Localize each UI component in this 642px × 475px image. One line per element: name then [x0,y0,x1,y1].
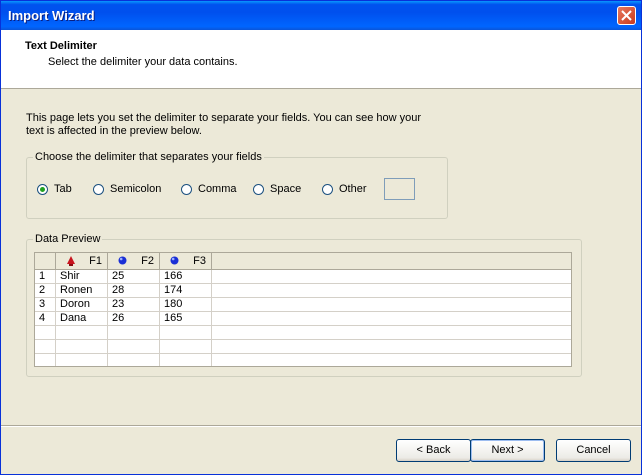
empty-cell [160,354,212,366]
radio-other[interactable]: Other [322,183,367,195]
table-cell: 180 [160,298,212,312]
delimiter-group-label: Choose the delimiter that separates your… [35,151,262,163]
table-cell: Doron [56,298,108,312]
intro-text: This page lets you set the delimiter to … [26,112,422,137]
empty-cell [56,354,108,366]
radio-space-label: Space [270,183,302,195]
other-delimiter-input[interactable] [384,178,415,200]
number-type-icon [170,256,179,265]
row-number: 1 [35,270,56,284]
empty-cell [35,340,56,354]
text-type-icon [67,256,75,266]
empty-cell [160,326,212,340]
table-cell: 166 [160,270,212,284]
title-bar[interactable]: Import Wizard [1,1,641,30]
radio-space-indicator[interactable] [253,183,264,195]
import-wizard-window: Import Wizard Text Delimiter Select the … [0,0,642,475]
row-number: 4 [35,312,56,326]
table-cell: 23 [108,298,160,312]
table-row[interactable]: 4 Dana 26 165 [35,312,571,326]
table-cell: 165 [160,312,212,326]
radio-tab[interactable]: Tab [37,183,72,195]
back-button[interactable]: < Back [396,439,471,462]
close-button[interactable] [617,6,636,25]
table-cell-empty [212,284,571,298]
window-title: Import Wizard [8,8,95,23]
radio-other-indicator[interactable] [322,183,333,195]
empty-row [35,340,571,354]
empty-row [35,326,571,340]
table-cell-empty [212,298,571,312]
empty-cell [212,326,571,340]
table-row[interactable]: 2 Ronen 28 174 [35,284,571,298]
table-cell: Dana [56,312,108,326]
column-header-f1-label: F1 [89,255,102,267]
radio-semicolon-label: Semicolon [110,183,162,195]
empty-cell [212,340,571,354]
radio-comma-label: Comma [198,183,237,195]
radio-space[interactable]: Space [253,183,301,195]
empty-cell [56,340,108,354]
table-cell: Ronen [56,284,108,298]
radio-comma-indicator[interactable] [181,183,192,195]
row-number: 3 [35,298,56,312]
grid-header: F1 F2 F3 [35,253,571,270]
empty-row [35,354,571,366]
empty-cell [212,354,571,366]
preview-grid[interactable]: F1 F2 F3 1 Shir 25 166 2 Ronen 28 174 3 … [34,252,572,367]
radio-tab-label: Tab [54,183,72,195]
table-cell: 26 [108,312,160,326]
cancel-button[interactable]: Cancel [556,439,631,462]
page-subtitle: Select the delimiter your data contains. [48,56,238,68]
table-cell: 25 [108,270,160,284]
empty-cell [35,326,56,340]
column-header-f3[interactable]: F3 [160,253,212,269]
page-title: Text Delimiter [25,40,97,52]
data-preview-label: Data Preview [35,233,101,245]
table-row[interactable]: 3 Doron 23 180 [35,298,571,312]
footer-divider [1,425,641,427]
grid-corner [35,253,56,269]
radio-other-label: Other [339,183,367,195]
column-header-f2-label: F2 [141,255,154,267]
wizard-header: Text Delimiter Select the delimiter your… [1,30,641,89]
number-type-icon [118,256,127,265]
empty-cell [108,326,160,340]
radio-tab-indicator[interactable] [37,183,48,195]
table-cell: Shir [56,270,108,284]
next-button[interactable]: Next > [470,439,545,462]
empty-cell [56,326,108,340]
table-cell-empty [212,312,571,326]
radio-semicolon[interactable]: Semicolon [93,183,161,195]
column-header-filler [212,253,571,269]
table-cell: 28 [108,284,160,298]
radio-comma[interactable]: Comma [181,183,237,195]
empty-cell [160,340,212,354]
table-cell: 174 [160,284,212,298]
column-header-f1[interactable]: F1 [56,253,108,269]
table-row[interactable]: 1 Shir 25 166 [35,270,571,284]
table-cell-empty [212,270,571,284]
radio-semicolon-indicator[interactable] [93,183,104,195]
empty-cell [35,354,56,366]
empty-cell [108,354,160,366]
column-header-f2[interactable]: F2 [108,253,160,269]
empty-cell [108,340,160,354]
row-number: 2 [35,284,56,298]
column-header-f3-label: F3 [193,255,206,267]
close-icon [621,10,632,21]
